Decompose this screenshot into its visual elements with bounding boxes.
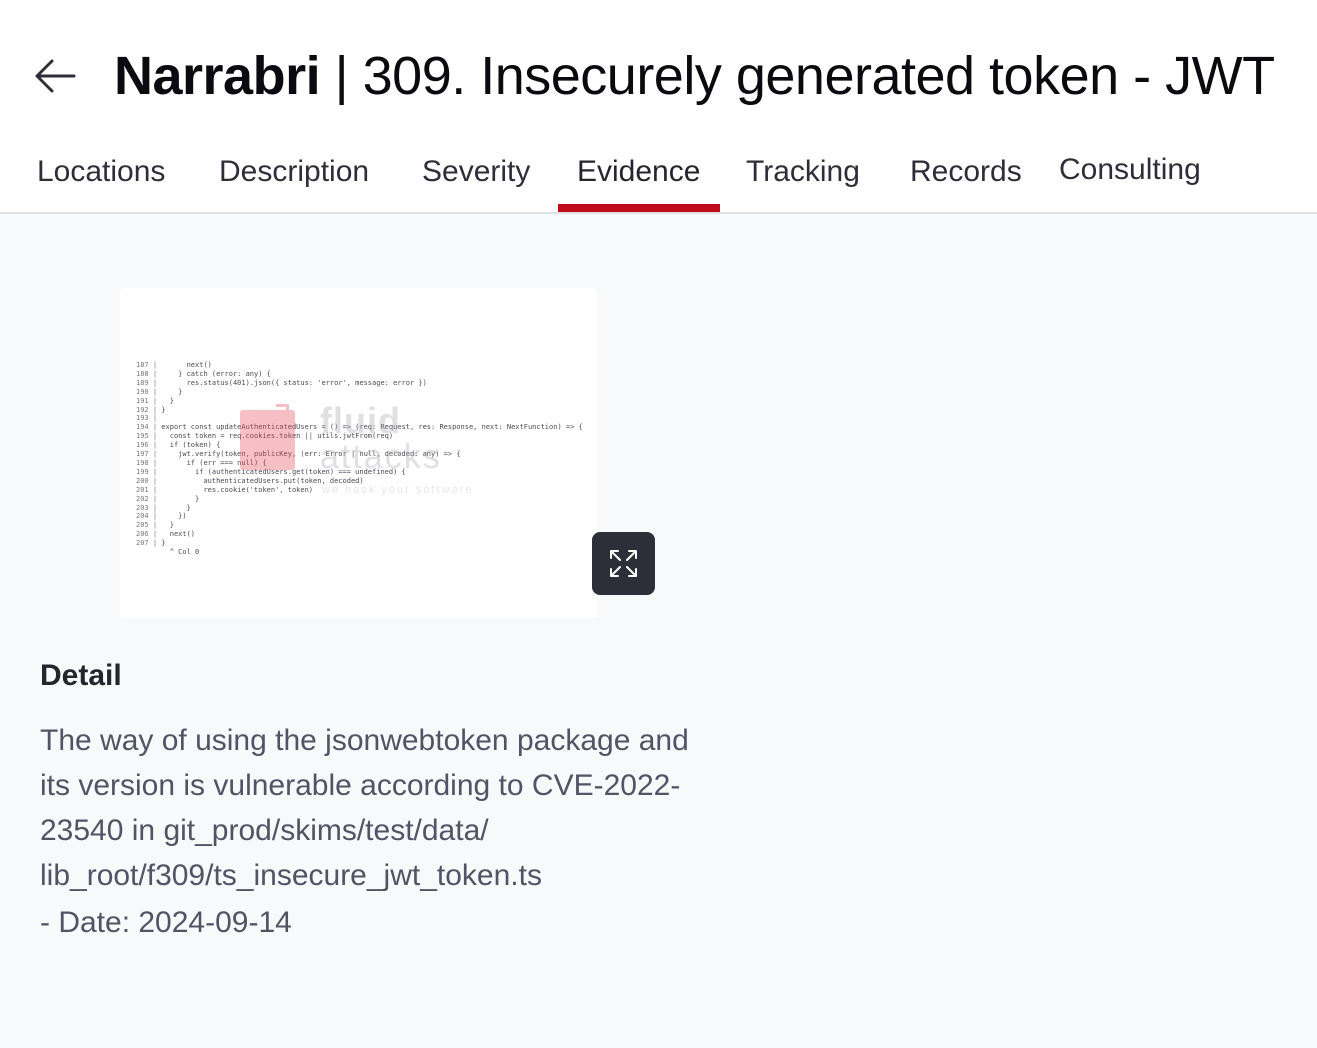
code-line: 202 | }: [136, 495, 583, 504]
code-line-number: 201 |: [136, 485, 162, 494]
tab-severity[interactable]: Severity: [422, 152, 530, 192]
code-line-number: 187 |: [136, 361, 162, 369]
code-line-text: }: [161, 539, 166, 548]
code-line-number: 196 |: [136, 441, 162, 450]
code-line-number: 193 |: [136, 414, 162, 423]
code-line: 201 | res.cookie('token', token): [136, 486, 583, 495]
page-title-finding: | 309. Insecurely generated token - JWT: [320, 46, 1276, 106]
code-line: 200 | authenticatedUsers.put(token, deco…: [136, 477, 583, 486]
code-line-text: }: [161, 405, 166, 414]
code-line-number: 205 |: [136, 521, 162, 530]
code-line-number: 206 |: [136, 530, 162, 539]
tab-description[interactable]: Description: [219, 152, 369, 192]
code-line: 194 | export const updateAuthenticatedUs…: [136, 423, 583, 432]
code-line: ^ Col 0: [136, 548, 583, 557]
evidence-image[interactable]: 187 | next() 188 | } catch (error: any) {…: [120, 288, 597, 618]
code-line: 192 | }: [136, 406, 583, 415]
code-line-number: 199 |: [136, 467, 162, 476]
code-line-text: }: [161, 503, 191, 512]
code-line: 205 | }: [136, 521, 583, 530]
code-line: 206 | next(): [136, 530, 583, 539]
tab-bar: Locations Description Severity Evidence …: [0, 140, 1317, 214]
arrow-left-icon: [35, 59, 76, 93]
page-title: Narrabri | 309. Insecurely generated tok…: [114, 44, 1275, 108]
tab-records[interactable]: Records: [910, 152, 1022, 192]
code-line-text: res.cookie('token', token): [161, 485, 314, 494]
code-line: 195 | const token = req.cookies.token ||…: [136, 432, 583, 441]
tab-tracking[interactable]: Tracking: [746, 152, 860, 192]
detail-date: - Date: 2024-09-14: [40, 906, 292, 939]
code-line-text: ^ Col 0: [161, 548, 200, 557]
code-line: 191 | }: [136, 397, 583, 406]
code-line: 189 | res.status(401).json({ status: 'er…: [136, 379, 583, 388]
code-line-text: authenticatedUsers.put(token, decoded): [161, 476, 364, 485]
code-line-text: }: [161, 494, 200, 503]
code-line: 187 | next(): [136, 361, 583, 370]
code-line: 204 | }): [136, 512, 583, 521]
code-snippet: 187 | next() 188 | } catch (error: any) {…: [136, 361, 583, 557]
code-line-text: res.status(401).json({ status: 'error', …: [161, 378, 427, 387]
code-line-number: 191 |: [136, 396, 162, 405]
code-line-number: 192 |: [136, 405, 162, 414]
code-line: 197 | jwt.verify(token, publicKey, (err:…: [136, 450, 583, 459]
tab-evidence[interactable]: Evidence: [577, 152, 700, 192]
code-line-number: 198 |: [136, 458, 162, 467]
page-title-org: Narrabri: [114, 46, 321, 106]
detail-heading: Detail: [40, 659, 122, 692]
code-line: 199 | if (authenticatedUsers.get(token) …: [136, 468, 583, 477]
code-line-text: next(): [161, 361, 212, 369]
tab-consulting[interactable]: Consulting: [1059, 150, 1201, 190]
code-line-text: if (token) {: [161, 441, 221, 450]
code-line-text: const token = req.cookies.token || utils…: [161, 432, 394, 441]
code-line-number: 204 |: [136, 512, 162, 521]
code-line: 196 | if (token) {: [136, 441, 583, 450]
expand-evidence-button[interactable]: [592, 532, 655, 595]
code-line-text: }): [161, 512, 187, 521]
code-line-number: 207 |: [136, 539, 162, 548]
page-header: Narrabri | 309. Insecurely generated tok…: [0, 0, 1317, 214]
code-line-text: export const updateAuthenticatedUsers = …: [161, 423, 583, 432]
code-line-number: 203 |: [136, 503, 162, 512]
code-line-text: next(): [161, 530, 196, 539]
back-button[interactable]: [34, 56, 76, 96]
code-line-number: [136, 548, 161, 556]
code-line-number: 202 |: [136, 494, 162, 503]
code-line-text: jwt.verify(token, publicKey, (err: Error…: [161, 450, 461, 459]
code-line-number: 190 |: [136, 387, 162, 396]
code-line: 207 | }: [136, 539, 583, 548]
code-line: 203 | }: [136, 504, 583, 513]
code-line: 193 |: [136, 414, 583, 423]
expand-arrows-icon: [610, 550, 637, 577]
code-line: 190 | }: [136, 388, 583, 397]
active-tab-indicator: [558, 204, 720, 212]
code-line: 188 | } catch (error: any) {: [136, 370, 583, 379]
code-line-number: 195 |: [136, 432, 162, 441]
code-line-text: if (err === null) {: [161, 458, 267, 467]
code-line: 198 | if (err === null) {: [136, 459, 583, 468]
tab-locations[interactable]: Locations: [37, 152, 165, 192]
code-line-text: if (authenticatedUsers.get(token) === un…: [161, 467, 406, 476]
detail-description: The way of using the jsonwebtoken packag…: [40, 724, 689, 892]
code-line-text: } catch (error: any) {: [161, 369, 271, 378]
code-line-text: }: [161, 396, 174, 405]
code-line-number: 188 |: [136, 369, 162, 378]
code-line-number: 200 |: [136, 476, 162, 485]
code-line-number: 194 |: [136, 423, 162, 432]
code-line-text: }: [161, 521, 174, 530]
code-line-number: 197 |: [136, 450, 162, 459]
code-line-number: 189 |: [136, 378, 162, 387]
code-line-text: }: [161, 387, 183, 396]
